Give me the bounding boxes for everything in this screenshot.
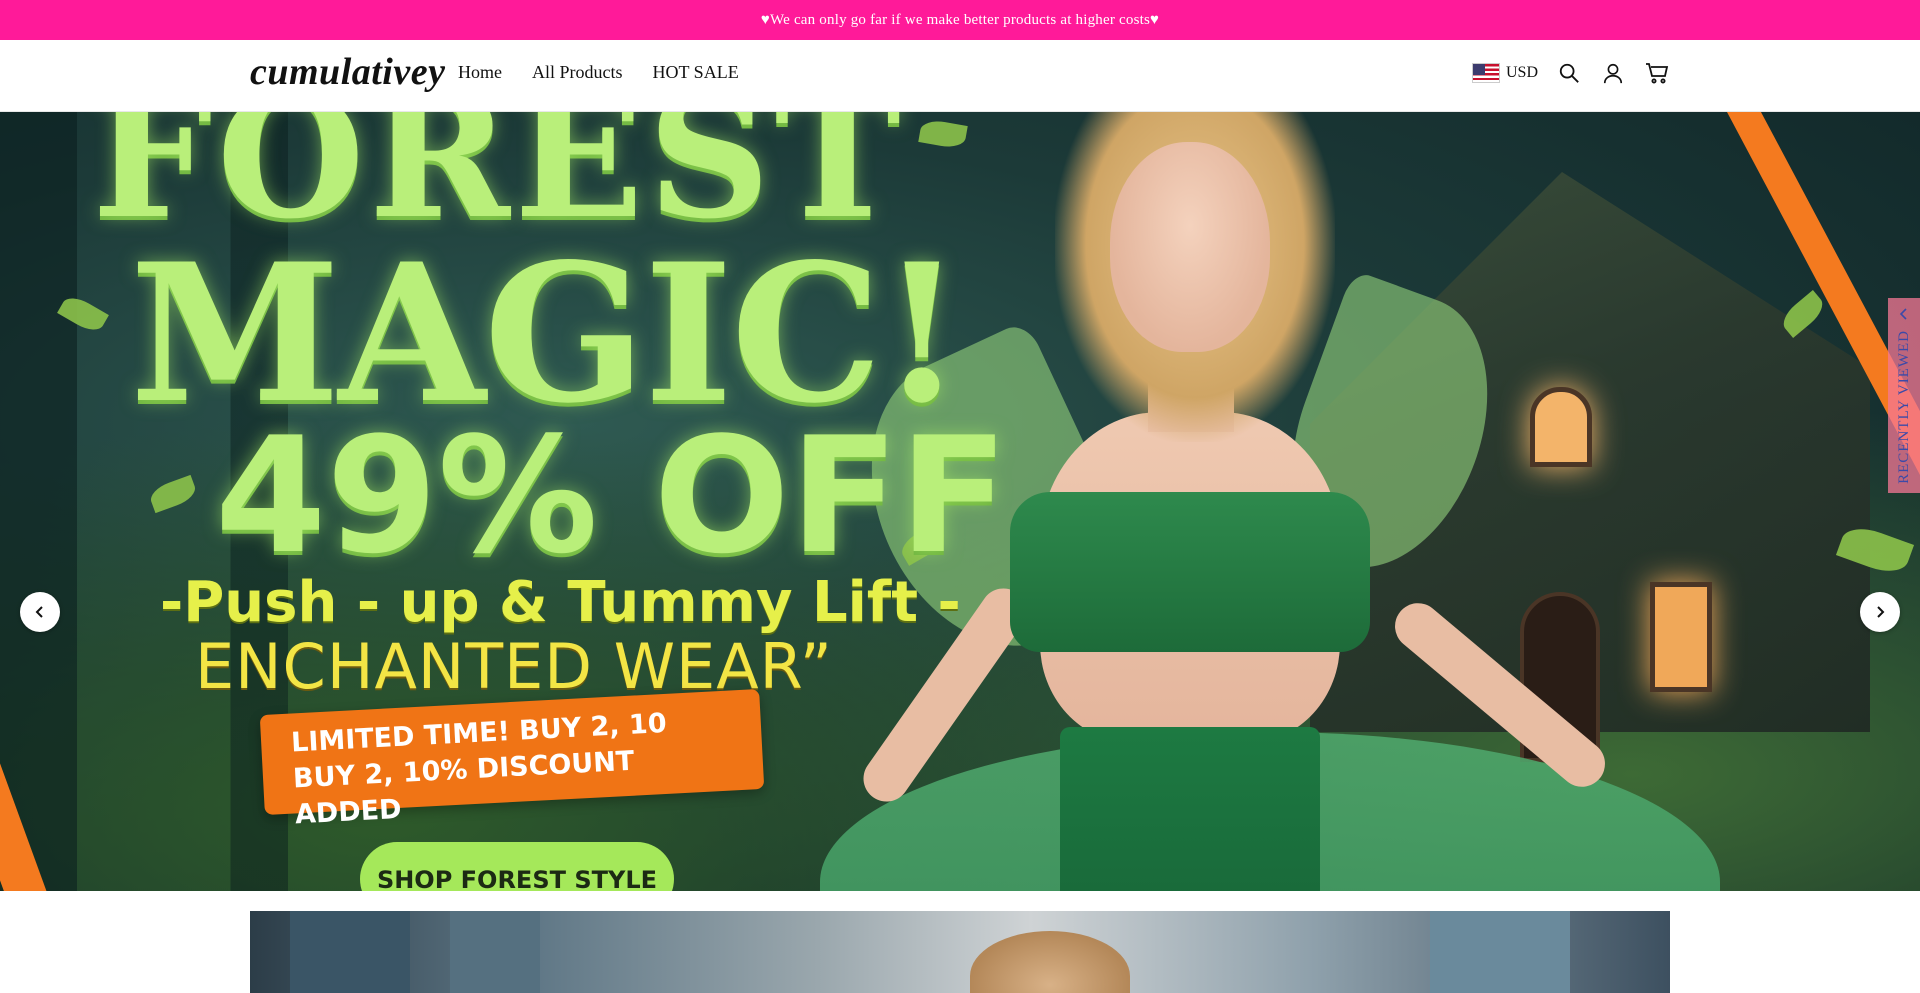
promo-tag: LIMITED TIME! BUY 2, 10 BUY 2, 10% DISCO… [259, 688, 765, 830]
cottage-window [1530, 387, 1592, 467]
model-face [1110, 142, 1270, 352]
nav-home[interactable]: Home [458, 62, 502, 83]
nav-hot-sale[interactable]: HOT SALE [653, 62, 739, 83]
recently-viewed-tab[interactable]: RECENTLY VIEWED [1888, 298, 1920, 493]
model-hair [970, 931, 1130, 993]
announcement-text: ♥We can only go far if we make better pr… [760, 11, 1160, 28]
nav-all-products[interactable]: All Products [532, 62, 623, 83]
search-icon[interactable] [1556, 60, 1582, 86]
account-icon[interactable] [1600, 60, 1626, 86]
building-illustration [450, 911, 540, 993]
model-top [1010, 492, 1370, 652]
chevron-left-icon [35, 606, 43, 618]
carousel-next-button[interactable] [1860, 592, 1900, 632]
main-nav: Home All Products HOT SALE [458, 62, 739, 83]
hero-discount: 49% OFF [215, 402, 1009, 589]
carousel-prev-button[interactable] [20, 592, 60, 632]
shop-forest-style-button[interactable]: SHOP FOREST STYLE [360, 842, 674, 891]
us-flag-icon [1471, 63, 1500, 83]
hero-banner[interactable]: FOREST MAGIC! 49% OFF -Push - up & Tummy… [0, 112, 1920, 891]
cottage-window [1650, 582, 1712, 692]
site-header: cumulativey Home All Products HOT SALE U… [0, 40, 1920, 112]
header-actions: USD [1471, 60, 1670, 86]
secondary-banner[interactable] [250, 911, 1670, 993]
chevron-right-icon [1877, 606, 1885, 618]
recently-viewed-label: RECENTLY VIEWED [1895, 330, 1912, 484]
building-illustration [290, 911, 410, 993]
building-illustration [1430, 911, 1570, 993]
chevron-left-icon [1899, 308, 1907, 320]
currency-selector[interactable]: USD [1471, 63, 1538, 83]
site-logo[interactable]: cumulativey [250, 50, 445, 94]
model-corset [1060, 727, 1320, 891]
announcement-bar: ♥We can only go far if we make better pr… [0, 0, 1920, 40]
currency-label: USD [1505, 64, 1538, 81]
cart-icon[interactable] [1644, 60, 1670, 86]
hero-subheadline: -Push - up & Tummy Lift - [160, 570, 961, 635]
hero-text-block: FOREST MAGIC! 49% OFF -Push - up & Tummy… [0, 112, 1008, 891]
